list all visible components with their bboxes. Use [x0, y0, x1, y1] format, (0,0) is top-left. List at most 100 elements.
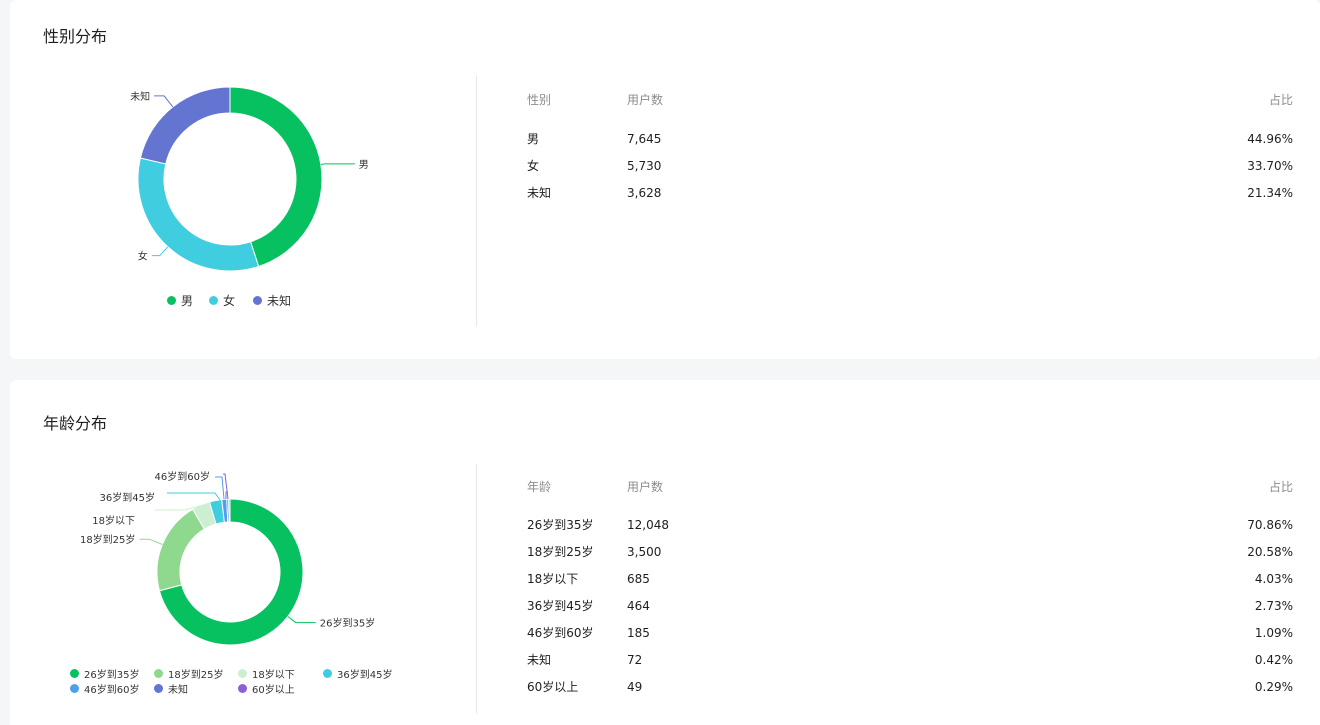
legend-item[interactable]: 女 — [209, 292, 235, 309]
label-leader-line — [151, 246, 169, 257]
legend-dot-icon — [238, 669, 247, 678]
legend-label: 女 — [223, 294, 236, 308]
slice-label: 18岁到25岁 — [80, 533, 135, 546]
table-row: 女 5,730 33.70% — [527, 156, 1293, 176]
legend-item[interactable]: 未知 — [253, 292, 291, 309]
legend-dot-icon — [70, 684, 79, 693]
table-row: 未知 3,628 21.34% — [527, 183, 1293, 203]
table-row: 46岁到60岁 185 1.09% — [527, 623, 1293, 643]
users-cell: 12,048 — [627, 518, 669, 532]
ratio-cell: 0.29% — [1254, 680, 1293, 694]
legend-label: 18岁以下 — [252, 670, 295, 681]
age-cell: 未知 — [527, 653, 552, 667]
age-cell: 18岁以下 — [527, 572, 579, 586]
slice-label: 男 — [359, 159, 369, 171]
age-cell: 26岁到35岁 — [527, 518, 594, 532]
legend-label: 46岁到60岁 — [84, 685, 140, 696]
table-row: 60岁以上 49 0.29% — [527, 677, 1293, 697]
gender-distribution-card: 性别分布 男女未知 男女未知 性别 用户数 占比 男 7,645 44.96% … — [10, 0, 1320, 359]
ratio-cell: 33.70% — [1247, 159, 1293, 173]
label-leader-line — [154, 95, 174, 108]
legend-item[interactable]: 36岁到45岁 — [323, 666, 392, 681]
age-cell: 46岁到60岁 — [527, 626, 594, 640]
donut-slice[interactable] — [228, 498, 231, 523]
age-divider — [476, 464, 477, 714]
gender-cell: 男 — [527, 132, 540, 146]
table-row: 18岁到25岁 3,500 20.58% — [527, 542, 1293, 562]
gender-divider — [476, 76, 477, 326]
legend-item[interactable]: 60岁以上 — [238, 681, 295, 696]
users-cell: 685 — [627, 572, 650, 586]
slice-label: 46岁到60岁 — [155, 470, 210, 483]
users-cell: 72 — [627, 653, 643, 667]
legend-label: 26岁到35岁 — [84, 670, 140, 681]
ratio-cell: 70.86% — [1247, 518, 1293, 532]
ratio-col-header: 占比 — [1268, 93, 1293, 107]
legend-item[interactable]: 46岁到60岁 — [70, 681, 139, 696]
legend-item[interactable]: 26岁到35岁 — [70, 666, 139, 681]
ratio-cell: 20.58% — [1247, 545, 1293, 559]
slice-label: 36岁到45岁 — [100, 491, 155, 504]
donut-slice[interactable] — [229, 86, 323, 268]
users-cell: 464 — [627, 599, 650, 613]
legend-dot-icon — [70, 669, 79, 678]
table-row: 36岁到45岁 464 2.73% — [527, 596, 1293, 616]
legend-dot-icon — [167, 296, 176, 305]
age-col-header: 年龄 — [527, 480, 552, 494]
ratio-cell: 0.42% — [1254, 653, 1293, 667]
legend-item[interactable]: 18岁以下 — [238, 666, 295, 681]
slice-label: 26岁到35岁 — [320, 617, 375, 630]
legend-dot-icon — [154, 669, 163, 678]
legend-dot-icon — [238, 684, 247, 693]
legend-item[interactable]: 18岁到25岁 — [154, 666, 223, 681]
ratio-cell: 2.73% — [1254, 599, 1293, 613]
legend-label: 男 — [181, 294, 194, 308]
ratio-cell: 4.03% — [1254, 572, 1293, 586]
ratio-cell: 1.09% — [1254, 626, 1293, 640]
users-cell: 185 — [627, 626, 650, 640]
legend-dot-icon — [209, 296, 218, 305]
label-leader-line — [167, 492, 221, 501]
donut-slice[interactable] — [139, 86, 231, 165]
table-row: 男 7,645 44.96% — [527, 129, 1293, 149]
label-leader-line — [139, 538, 163, 545]
table-row: 26岁到35岁 12,048 70.86% — [527, 515, 1293, 535]
ratio-cell: 21.34% — [1247, 186, 1293, 200]
legend-label: 18岁到25岁 — [168, 670, 224, 681]
donut-slice[interactable] — [137, 157, 260, 272]
age-cell: 36岁到45岁 — [527, 599, 594, 613]
legend-item[interactable]: 男 — [167, 292, 193, 309]
gender-donut-chart: 男女 未知 — [130, 86, 369, 272]
label-leader-line — [320, 163, 355, 165]
age-distribution-card: 年龄分布 26岁到35岁 18岁到25岁 18岁以下 36岁到45岁 46岁到60岁 2… — [10, 380, 1320, 725]
age-cell: 60岁以上 — [527, 680, 579, 694]
users-col-header: 用户数 — [627, 480, 664, 494]
users-cell: 5,730 — [627, 159, 662, 173]
gender-table-header: 性别 用户数 占比 — [527, 90, 1293, 110]
ratio-col-header: 占比 — [1268, 480, 1293, 494]
legend-dot-icon — [323, 669, 332, 678]
label-leader-line — [287, 616, 316, 624]
users-col-header: 用户数 — [627, 93, 664, 107]
users-cell: 3,500 — [627, 545, 662, 559]
table-row: 18岁以下 685 4.03% — [527, 569, 1293, 589]
age-cell: 18岁到25岁 — [527, 545, 594, 559]
slice-label: 女 — [138, 250, 148, 263]
users-cell: 7,645 — [627, 132, 662, 146]
gender-cell: 女 — [527, 159, 540, 173]
legend-label: 36岁到45岁 — [337, 670, 393, 681]
gender-cell: 未知 — [527, 186, 552, 200]
donut-slice[interactable] — [156, 508, 206, 592]
legend-label: 60岁以上 — [252, 685, 295, 696]
table-row: 未知 72 0.42% — [527, 650, 1293, 670]
gender-col-header: 性别 — [527, 93, 552, 107]
legend-item[interactable]: 未知 — [154, 681, 188, 696]
users-cell: 3,628 — [627, 186, 662, 200]
age-table-header: 年龄 用户数 占比 — [527, 477, 1293, 497]
slice-label: 18岁以下 — [92, 514, 135, 527]
users-cell: 49 — [627, 680, 643, 694]
ratio-cell: 44.96% — [1247, 132, 1293, 146]
legend-label: 未知 — [267, 294, 292, 308]
legend-dot-icon — [253, 296, 262, 305]
slice-label: 未知 — [130, 90, 150, 103]
